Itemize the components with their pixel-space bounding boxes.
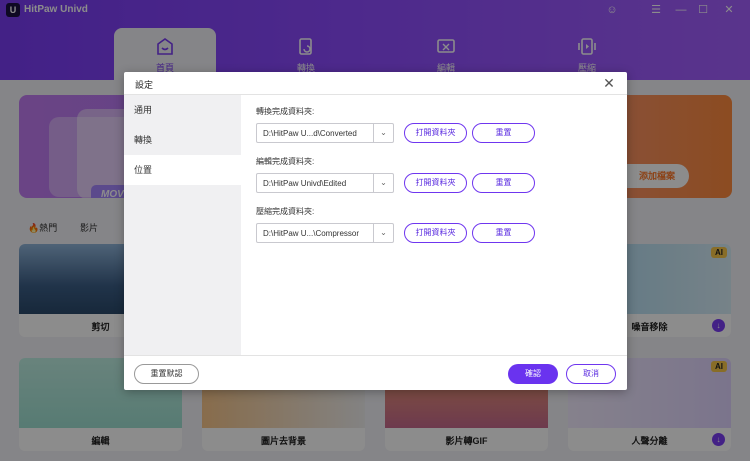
reset-default-button[interactable]: 重置默認: [134, 364, 199, 384]
converted-folder-group: 轉換完成資料夾: D:\HitPaw U...d\Converted ⌄ 打開資…: [256, 106, 535, 143]
reset-edited-folder-button[interactable]: 重置: [472, 173, 535, 193]
chevron-down-icon[interactable]: ⌄: [373, 224, 393, 242]
cancel-button[interactable]: 取消: [566, 364, 616, 384]
settings-sidebar: 通用 轉換 位置: [124, 95, 241, 355]
converted-folder-label: 轉換完成資料夾:: [256, 107, 315, 116]
reset-compressor-folder-button[interactable]: 重置: [472, 223, 535, 243]
close-icon[interactable]: ✕: [601, 75, 617, 91]
chevron-down-icon[interactable]: ⌄: [373, 124, 393, 142]
settings-content: 轉換完成資料夾: D:\HitPaw U...d\Converted ⌄ 打開資…: [241, 95, 627, 355]
chevron-down-icon[interactable]: ⌄: [373, 174, 393, 192]
compressor-folder-path: D:\HitPaw U...\Compressor: [263, 228, 360, 238]
edited-folder-label: 編輯完成資料夾:: [256, 157, 315, 166]
reset-converted-folder-button[interactable]: 重置: [472, 123, 535, 143]
open-converted-folder-button[interactable]: 打開資料夾: [404, 123, 467, 143]
converted-folder-select[interactable]: D:\HitPaw U...d\Converted ⌄: [256, 123, 394, 143]
dialog-title: 設定: [135, 80, 154, 90]
converted-folder-path: D:\HitPaw U...d\Converted: [263, 128, 357, 138]
open-compressor-folder-button[interactable]: 打開資料夾: [404, 223, 467, 243]
confirm-button[interactable]: 確認: [508, 364, 558, 384]
sidebar-item-general[interactable]: 通用: [124, 95, 241, 125]
sidebar-item-location[interactable]: 位置: [124, 155, 241, 185]
footer-divider: [124, 355, 627, 356]
settings-dialog: 設定 ✕ 通用 轉換 位置 轉換完成資料夾: D:\HitPaw U...d\C…: [124, 72, 627, 390]
compressor-folder-select[interactable]: D:\HitPaw U...\Compressor ⌄: [256, 223, 394, 243]
edited-folder-path: D:\HitPaw Univd\Edited: [263, 178, 347, 188]
compressor-folder-label: 壓縮完成資料夾:: [256, 207, 315, 216]
sidebar-item-convert[interactable]: 轉換: [124, 125, 241, 155]
edited-folder-select[interactable]: D:\HitPaw Univd\Edited ⌄: [256, 173, 394, 193]
open-edited-folder-button[interactable]: 打開資料夾: [404, 173, 467, 193]
compressor-folder-group: 壓縮完成資料夾: D:\HitPaw U...\Compressor ⌄ 打開資…: [256, 206, 535, 243]
edited-folder-group: 編輯完成資料夾: D:\HitPaw Univd\Edited ⌄ 打開資料夾 …: [256, 156, 535, 193]
